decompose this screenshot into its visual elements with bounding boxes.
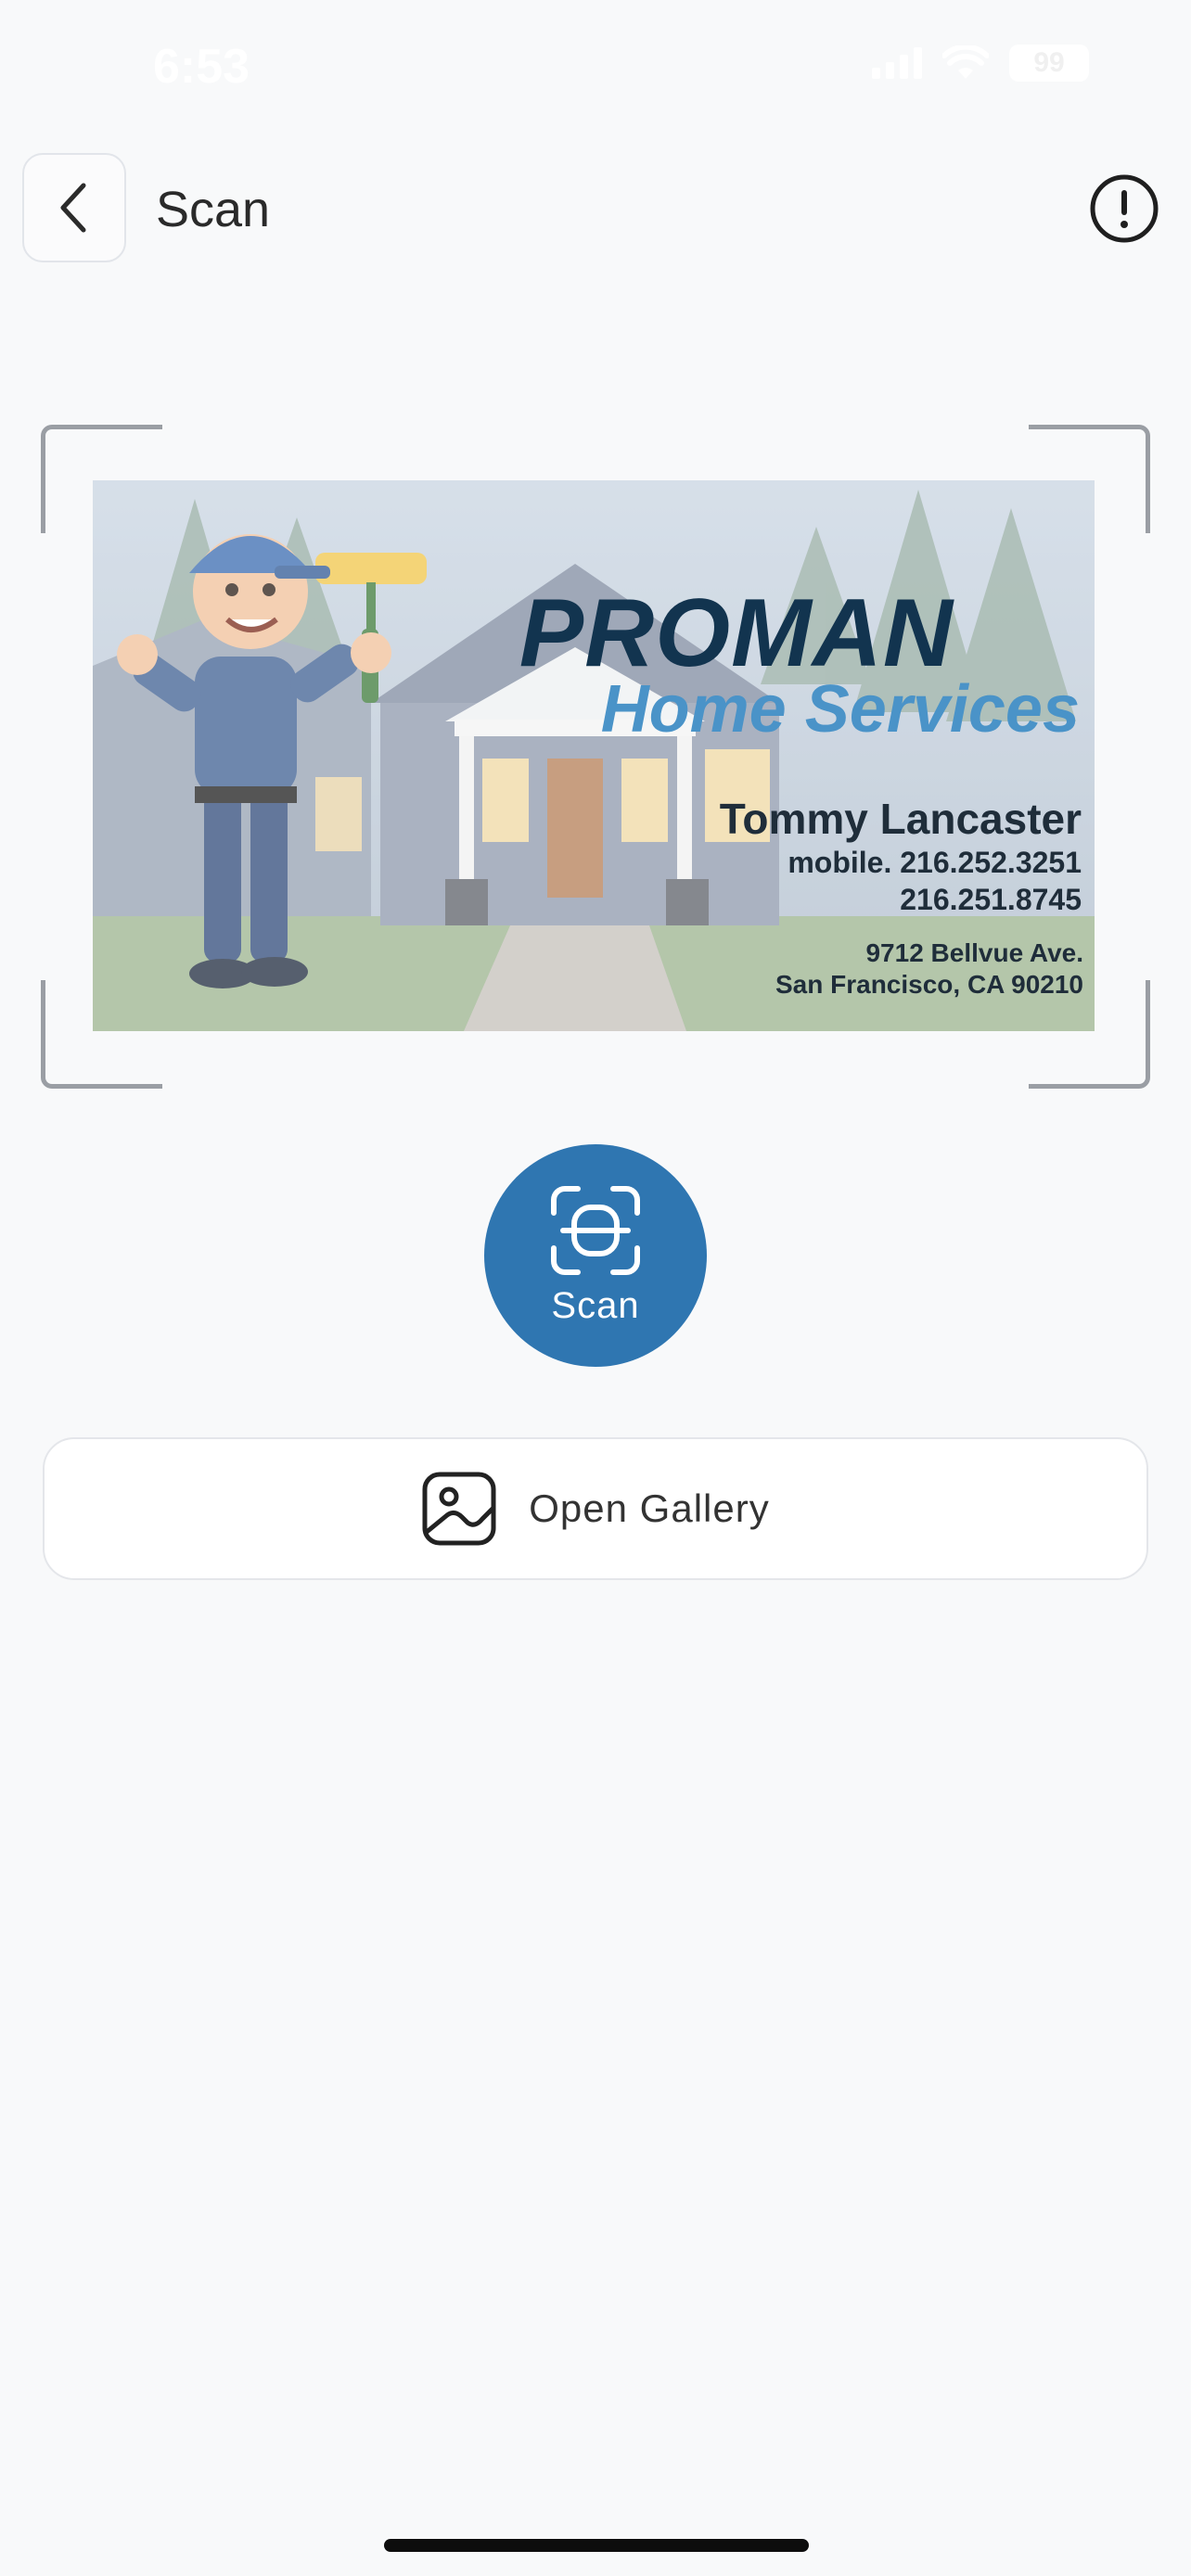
card-sub-brand: Home Services xyxy=(600,672,1080,746)
scan-button-label: Scan xyxy=(551,1284,640,1326)
status-indicators: 99 xyxy=(872,45,1089,82)
card-address-line1: 9712 Bellvue Ave. xyxy=(865,938,1083,967)
card-phone: 216.251.8745 xyxy=(900,883,1082,916)
header: Scan xyxy=(0,153,1191,264)
info-button[interactable] xyxy=(1089,173,1159,244)
business-card-preview: PROMAN Home Services Tommy Lancaster mob… xyxy=(93,480,1095,1031)
image-icon xyxy=(422,1472,496,1546)
card-contact-name: Tommy Lancaster xyxy=(719,795,1082,843)
cellular-signal-icon xyxy=(872,47,922,79)
chevron-left-icon xyxy=(60,183,86,233)
open-gallery-button[interactable]: Open Gallery xyxy=(43,1437,1148,1580)
page-title: Scan xyxy=(156,182,271,237)
scan-button[interactable]: Scan xyxy=(484,1144,707,1367)
open-gallery-label: Open Gallery xyxy=(529,1486,770,1530)
back-button[interactable] xyxy=(22,153,126,262)
status-time: 6:53 xyxy=(153,40,250,94)
scan-frame-icon xyxy=(551,1185,640,1275)
wifi-icon xyxy=(942,45,989,79)
info-circle-icon xyxy=(1090,174,1159,243)
status-bar: 6:53 99 xyxy=(0,0,1191,139)
card-address-line2: San Francisco, CA 90210 xyxy=(775,970,1083,999)
battery-indicator: 99 xyxy=(1009,45,1089,82)
card-mobile: mobile. 216.252.3251 xyxy=(788,846,1082,879)
home-indicator[interactable] xyxy=(384,2539,809,2552)
